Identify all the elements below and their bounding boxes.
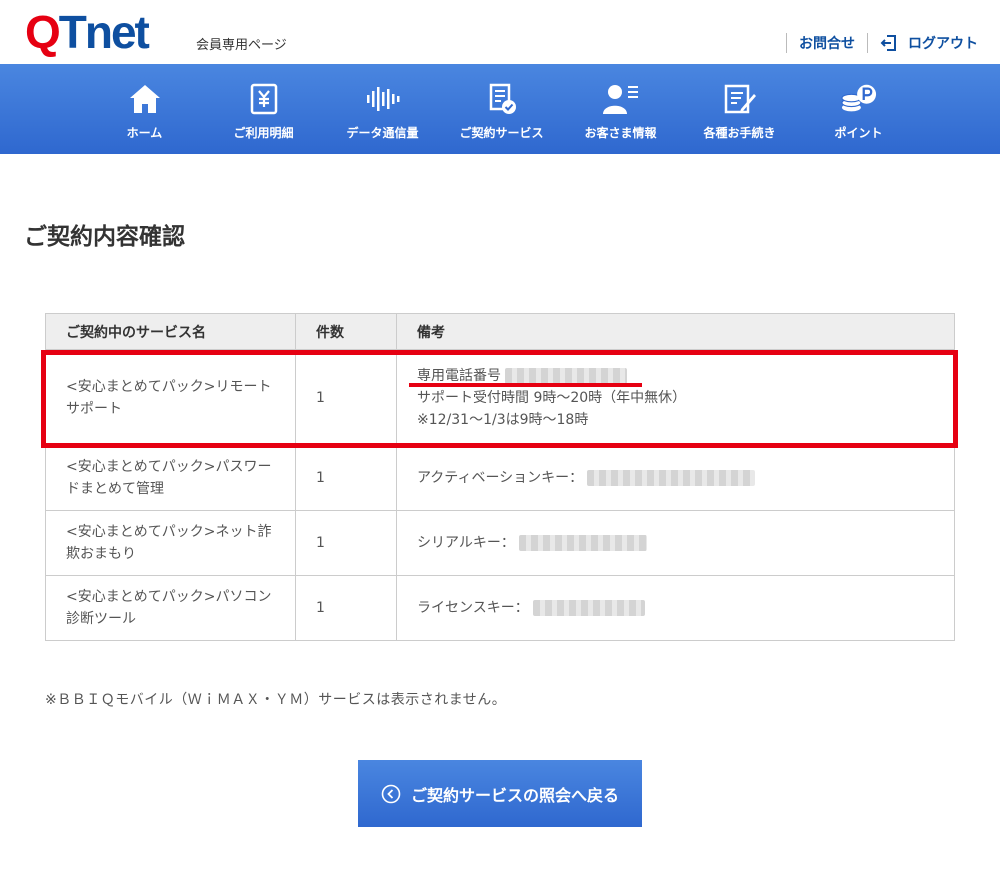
member-page-label: 会員専用ページ <box>196 38 287 53</box>
billing-icon <box>246 82 282 116</box>
main-nav: ホーム ご利用明細 データ通信量 ご契約サービス お客さま情報 各種お手続き ポ… <box>0 64 1000 154</box>
back-button-label: ご契約サービスの照会へ戻る <box>410 785 619 805</box>
nav-item-customer-info[interactable]: お客さま情報 <box>561 64 680 154</box>
nav-item-billing[interactable]: ご利用明細 <box>204 64 323 154</box>
service-table: ご契約中のサービス名 件数 備考 <安心まとめてパック>リモートサポート 1 専… <box>45 313 955 641</box>
phone-label: 専用電話番号 <box>417 367 501 384</box>
qtnet-logo[interactable]: QTnet <box>25 6 150 58</box>
header: QTnet 会員専用ページ お問合せ ログアウト <box>0 0 1000 64</box>
chevron-left-circle-icon <box>381 784 401 803</box>
redacted-phone <box>505 367 627 384</box>
support-hours: サポート受付時間 9時～20時（年中無休） <box>417 389 687 406</box>
table-row: <安心まとめてパック>パソコン診断ツール 1 ライセンスキー： <box>45 575 955 641</box>
redacted-activation-key <box>587 470 756 486</box>
logo-q: Q <box>25 6 61 58</box>
home-icon <box>127 82 163 116</box>
procedure-icon <box>722 82 758 116</box>
nav-item-contract-services[interactable]: ご契約サービス <box>442 64 561 154</box>
header-divider <box>867 33 868 53</box>
nav-label: ホーム <box>126 126 163 140</box>
table-header-row: ご契約中のサービス名 件数 備考 <box>45 313 955 350</box>
nav-item-points[interactable]: ポイント <box>799 64 918 154</box>
footnote: ※ＢＢＩＱモバイル（ＷｉＭＡＸ・ＹＭ）サービスは表示されません。 <box>45 692 507 708</box>
nav-label: データ通信量 <box>346 126 419 140</box>
activation-key-label: アクティベーションキー： <box>417 470 584 486</box>
data-usage-icon <box>365 82 401 116</box>
nav-label: ご契約サービス <box>459 126 544 140</box>
service-remarks: アクティベーションキー： <box>396 445 955 511</box>
service-count: 1 <box>295 510 397 576</box>
logout-link[interactable]: ログアウト <box>880 33 978 53</box>
table-row: <安心まとめてパック>パスワードまとめて管理 1 アクティベーションキー： <box>45 445 955 511</box>
service-name: <安心まとめてパック>ネット詐欺おまもり <box>45 510 296 576</box>
service-remarks: 専用電話番号 サポート受付時間 9時～20時（年中無休） ※12/31～1/3は… <box>396 349 955 446</box>
service-name: <安心まとめてパック>パソコン診断ツール <box>45 575 296 641</box>
contract-icon <box>484 82 520 116</box>
nav-item-data-usage[interactable]: データ通信量 <box>323 64 442 154</box>
logout-label: ログアウト <box>908 36 978 52</box>
header-service-name: ご契約中のサービス名 <box>45 313 296 350</box>
header-divider <box>786 33 787 53</box>
nav-label: ご利用明細 <box>233 126 294 140</box>
page-title: ご契約内容確認 <box>24 224 185 250</box>
holiday-hours: ※12/31～1/3は9時～18時 <box>417 411 589 428</box>
serial-key-label: シリアルキー： <box>417 535 515 551</box>
service-count: 1 <box>295 445 397 511</box>
service-name: <安心まとめてパック>リモートサポート <box>45 349 296 446</box>
nav-label: ポイント <box>834 126 883 140</box>
nav-label: 各種お手続き <box>703 126 776 140</box>
license-key-label: ライセンスキー： <box>417 600 529 616</box>
redacted-serial-key <box>518 535 647 551</box>
redacted-license-key <box>532 600 645 616</box>
nav-item-home[interactable]: ホーム <box>85 64 204 154</box>
service-remarks: ライセンスキー： <box>396 575 955 641</box>
phone-line: 専用電話番号 <box>417 365 954 387</box>
header-count: 件数 <box>295 313 397 350</box>
contact-link[interactable]: お問合せ <box>799 33 855 53</box>
points-icon <box>840 82 877 116</box>
customer-info-icon <box>602 82 639 116</box>
table-row: <安心まとめてパック>リモートサポート 1 専用電話番号 サポート受付時間 9時… <box>45 349 955 446</box>
back-to-contract-services-button[interactable]: ご契約サービスの照会へ戻る <box>358 760 642 827</box>
service-count: 1 <box>295 349 397 446</box>
nav-label: お客さま情報 <box>584 126 657 140</box>
service-remarks: シリアルキー： <box>396 510 955 576</box>
service-name: <安心まとめてパック>パスワードまとめて管理 <box>45 445 296 511</box>
table-row: <安心まとめてパック>ネット詐欺おまもり 1 シリアルキー： <box>45 510 955 576</box>
header-remarks: 備考 <box>396 313 955 350</box>
logo-rest: Tnet <box>58 6 150 58</box>
service-count: 1 <box>295 575 397 641</box>
header-links: お問合せ ログアウト <box>774 32 978 54</box>
logout-icon <box>880 35 896 51</box>
nav-item-procedures[interactable]: 各種お手続き <box>680 64 799 154</box>
